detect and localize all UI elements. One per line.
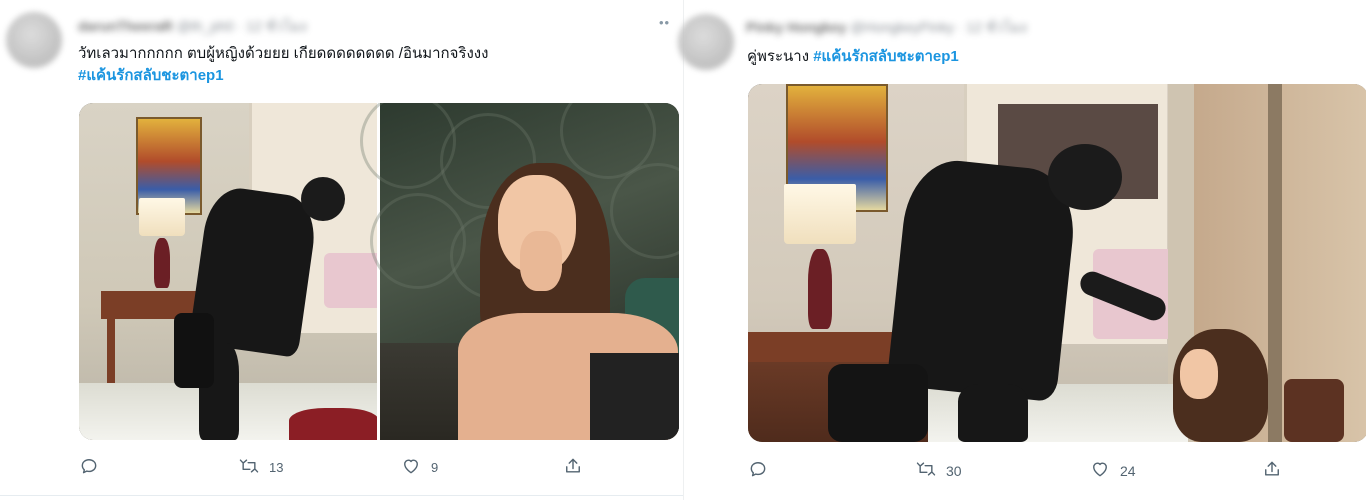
reply-icon [79,456,99,479]
author-handle[interactable]: @th_ph0 · 12 ชั่วโมง [177,18,307,34]
photo-2[interactable] [360,103,679,440]
retweet-button[interactable]: 13 [239,456,283,479]
photo-1[interactable] [79,103,384,440]
tweet-text: คู่พระนาง #แค้นรักสลับชะตาep1 [747,46,959,68]
author-name[interactable]: darunTheeraR [78,18,173,34]
retweet-icon [916,459,936,482]
divider [0,495,683,496]
share-icon [1262,459,1282,482]
retweet-button[interactable]: 30 [916,459,962,482]
share-button[interactable] [1262,459,1282,482]
heart-icon [1090,459,1110,482]
reply-icon [748,459,768,482]
like-button[interactable]: 24 [1090,459,1136,482]
retweet-count: 13 [269,460,284,475]
retweet-icon [239,456,259,479]
avatar[interactable] [6,12,62,68]
like-count: 9 [431,460,439,475]
hashtag-link[interactable]: #แค้นรักสลับชะตาep1 [813,48,959,65]
author-handle[interactable]: @HongkeyPinky · 12 ชั่วโมง [850,19,1027,35]
tweet-right[interactable]: Pinky Hongkey @HongkeyPinky · 12 ชั่วโมง… [678,0,1366,500]
tweet-actions: 13 9 [79,456,679,480]
tweet-text: วัทเลวมากกกกก ตบผู้หญิงด้วยยย เกียดดดดดด… [78,43,488,87]
retweet-count: 30 [946,462,962,479]
like-button[interactable]: 9 [401,456,438,479]
tweet-body: คู่พระนาง [747,48,814,65]
tweet-header: darunTheeraR @th_ph0 · 12 ชั่วโมง [78,16,307,38]
tweet-actions: 30 24 [748,459,1366,483]
more-icon[interactable]: •• [659,15,670,30]
hashtag-link[interactable]: #แค้นรักสลับชะตาep1 [78,65,488,87]
share-icon [563,456,583,479]
author-name[interactable]: Pinky Hongkey [746,19,846,35]
tweet-left[interactable]: darunTheeraR @th_ph0 · 12 ชั่วโมง •• วัท… [0,0,683,500]
heart-icon [401,456,421,479]
like-count: 24 [1120,462,1136,479]
tweet-media[interactable] [79,103,679,440]
share-button[interactable] [563,456,583,479]
avatar[interactable] [678,14,734,70]
tweet-body: วัทเลวมากกกกก ตบผู้หญิงด้วยยย เกียดดดดดด… [78,45,489,62]
reply-button[interactable] [748,459,778,482]
photo-1[interactable] [748,84,1366,442]
tweet-media[interactable] [748,84,1366,442]
tweet-header: Pinky Hongkey @HongkeyPinky · 12 ชั่วโมง [746,17,1027,39]
reply-button[interactable] [79,456,109,479]
